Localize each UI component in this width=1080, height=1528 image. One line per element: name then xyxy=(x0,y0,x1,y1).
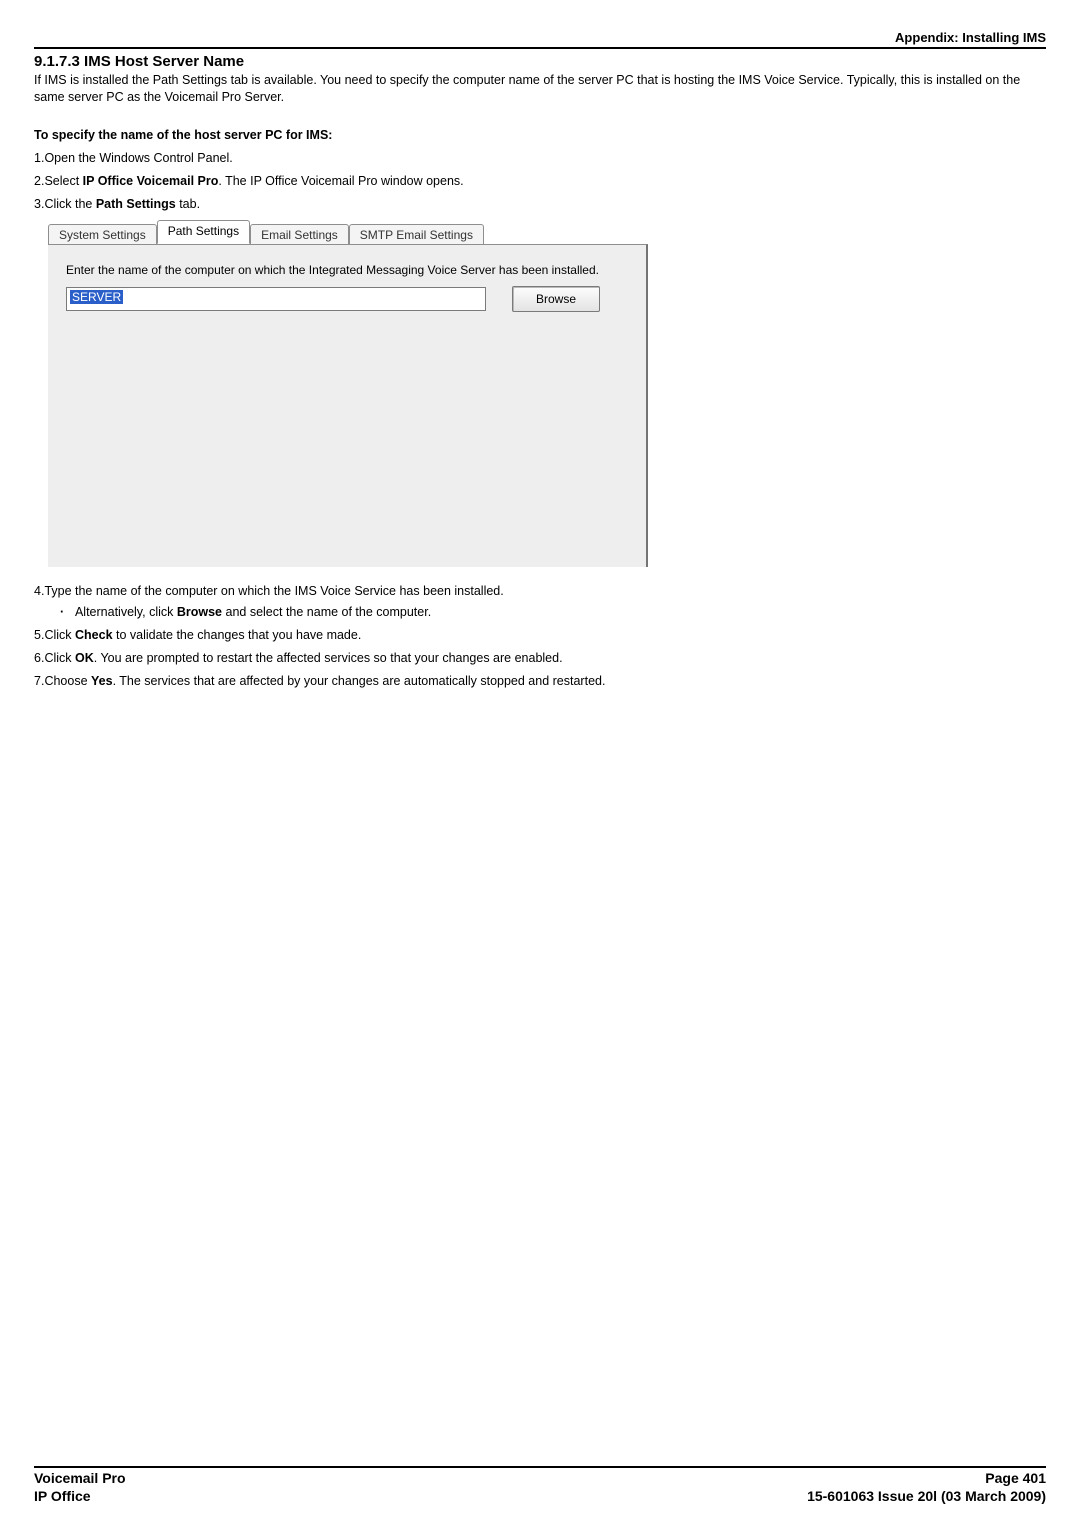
step-4-subbullet: Alternatively, click Browse and select t… xyxy=(60,604,1046,621)
step-text: . You are prompted to restart the affect… xyxy=(94,651,563,665)
footer-row-2: IP Office 15-601063 Issue 20l (03 March … xyxy=(34,1488,1046,1504)
step-strong: Check xyxy=(75,628,113,642)
step-text: Choose xyxy=(44,674,91,688)
procedure-steps: 1.Open the Windows Control Panel. 2.Sele… xyxy=(34,150,1046,213)
appendix-label: Appendix: Installing IMS xyxy=(34,30,1046,47)
footer-row-1: Voicemail Pro Page 401 xyxy=(34,1470,1046,1486)
step-number: 5. xyxy=(34,628,44,642)
footer-page: Page 401 xyxy=(985,1470,1046,1486)
server-name-value: SERVER xyxy=(70,290,123,304)
document-page: Appendix: Installing IMS 9.1.7.3 IMS Hos… xyxy=(0,0,1080,1528)
step-3: 3.Click the Path Settings tab. xyxy=(34,196,1046,213)
page-header: Appendix: Installing IMS xyxy=(34,30,1046,49)
dialog-screenshot: System Settings Path Settings Email Sett… xyxy=(48,218,1046,567)
browse-button[interactable]: Browse xyxy=(512,286,600,312)
step-text: Alternatively, click xyxy=(75,605,177,619)
procedure-steps-continued: 4.Type the name of the computer on which… xyxy=(34,583,1046,689)
step-number: 3. xyxy=(34,197,44,211)
footer-product: Voicemail Pro xyxy=(34,1470,126,1486)
server-input-row: SERVER Browse xyxy=(66,286,628,312)
step-text: tab. xyxy=(176,197,200,211)
tab-path-settings[interactable]: Path Settings xyxy=(157,220,250,244)
section-heading: 9.1.7.3 IMS Host Server Name xyxy=(34,53,1046,70)
tab-label: System Settings xyxy=(59,228,146,242)
tab-system-settings[interactable]: System Settings xyxy=(48,224,157,246)
step-strong: OK xyxy=(75,651,94,665)
step-text: . The services that are affected by your… xyxy=(113,674,606,688)
step-4: 4.Type the name of the computer on which… xyxy=(34,583,1046,621)
dialog-panel: Enter the name of the computer on which … xyxy=(48,244,648,567)
tab-label: SMTP Email Settings xyxy=(360,228,473,242)
tab-email-settings[interactable]: Email Settings xyxy=(250,224,349,246)
step-text: Select xyxy=(44,174,82,188)
step-strong: Path Settings xyxy=(96,197,176,211)
step-text: . The IP Office Voicemail Pro window ope… xyxy=(218,174,463,188)
step-text: Type the name of the computer on which t… xyxy=(44,584,503,598)
step-2: 2.Select IP Office Voicemail Pro. The IP… xyxy=(34,173,1046,190)
step-strong: Yes xyxy=(91,674,113,688)
server-name-input[interactable]: SERVER xyxy=(66,287,486,311)
header-rule xyxy=(34,47,1046,49)
step-1: 1.Open the Windows Control Panel. xyxy=(34,150,1046,167)
tab-strip: System Settings Path Settings Email Sett… xyxy=(48,218,1046,244)
step-number: 7. xyxy=(34,674,44,688)
step-text: and select the name of the computer. xyxy=(222,605,431,619)
section-title-text: IMS Host Server Name xyxy=(84,53,244,70)
tab-label: Email Settings xyxy=(261,228,338,242)
footer-issue: 15-601063 Issue 20l (03 March 2009) xyxy=(807,1488,1046,1504)
section-number: 9.1.7.3 xyxy=(34,53,80,70)
browse-button-label: Browse xyxy=(536,292,576,306)
step-text: Click xyxy=(44,628,75,642)
step-strong: Browse xyxy=(177,605,222,619)
step-number: 6. xyxy=(34,651,44,665)
step-text: Click the xyxy=(44,197,95,211)
step-number: 1. xyxy=(34,151,44,165)
step-5: 5.Click Check to validate the changes th… xyxy=(34,627,1046,644)
tab-label: Path Settings xyxy=(168,224,239,238)
step-7: 7.Choose Yes. The services that are affe… xyxy=(34,673,1046,690)
step-6: 6.Click OK. You are prompted to restart … xyxy=(34,650,1046,667)
step-text: to validate the changes that you have ma… xyxy=(113,628,362,642)
panel-description: Enter the name of the computer on which … xyxy=(66,263,628,278)
procedure-subhead: To specify the name of the host server P… xyxy=(34,128,1046,142)
section-intro: If IMS is installed the Path Settings ta… xyxy=(34,72,1046,106)
footer-product-sub: IP Office xyxy=(34,1488,91,1504)
step-number: 4. xyxy=(34,584,44,598)
step-text: Open the Windows Control Panel. xyxy=(44,151,232,165)
tab-smtp-email-settings[interactable]: SMTP Email Settings xyxy=(349,224,484,246)
step-number: 2. xyxy=(34,174,44,188)
footer-rule xyxy=(34,1466,1046,1468)
page-footer: Voicemail Pro Page 401 IP Office 15-6010… xyxy=(34,1466,1046,1504)
step-text: Click xyxy=(44,651,75,665)
step-strong: IP Office Voicemail Pro xyxy=(83,174,219,188)
